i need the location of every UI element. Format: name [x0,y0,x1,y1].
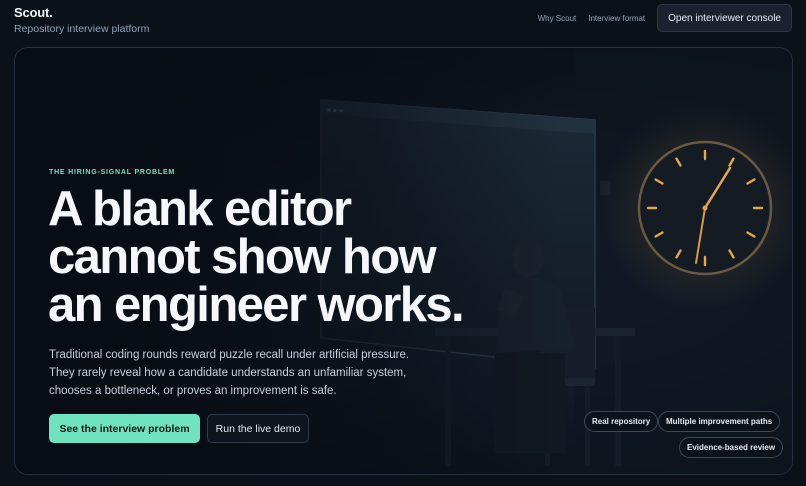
tag-evidence-based-review: Evidence-based review [679,437,784,458]
tag-multiple-improvement-paths: Multiple improvement paths [658,411,781,432]
open-console-button[interactable]: Open interviewer console [657,4,792,32]
hero-headline: A blank editor cannot show how an engine… [48,182,465,332]
hero-body: Traditional coding rounds reward puzzle … [49,349,410,397]
see-interview-problem-button[interactable]: See the interview problem [49,414,200,443]
tag-real-repository: Real repository [584,411,659,432]
run-live-demo-button[interactable]: Run the live demo [207,414,309,443]
brand-logo[interactable]: Scout. [14,5,149,20]
brand-subtitle: Repository interview platform [14,23,150,35]
top-nav: Why Scout Interview format Open intervie… [538,4,792,32]
nav-link-why-scout[interactable]: Why Scout [538,14,577,23]
hero-card: THE HIRING-SIGNAL PROBLEM A blank editor… [14,47,793,475]
hero-eyebrow: THE HIRING-SIGNAL PROBLEM [49,169,176,176]
brand: Scout. Repository interview platform [14,5,149,35]
nav-link-interview-format[interactable]: Interview format [588,14,645,23]
